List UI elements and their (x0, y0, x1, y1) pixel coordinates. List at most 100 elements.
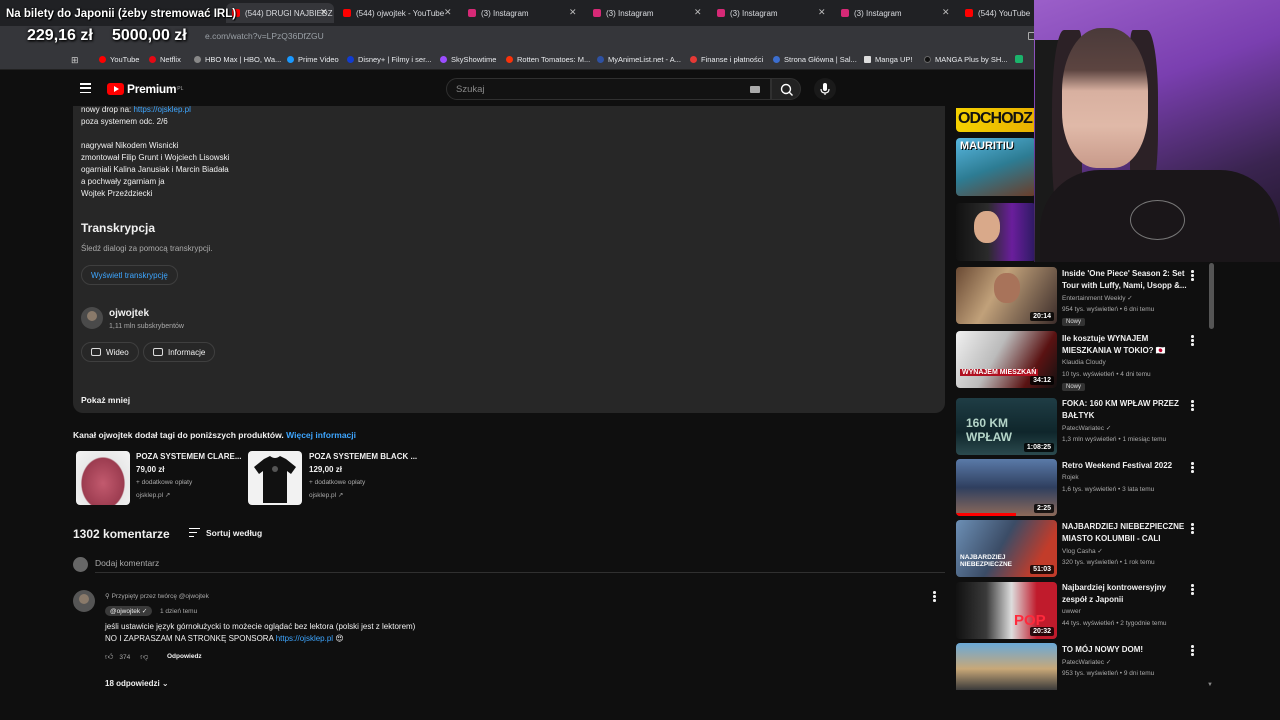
video-meta: 1,6 tys. wyświetleń • 3 lata temu (1062, 486, 1155, 493)
video-more-icon[interactable] (1191, 400, 1194, 411)
show-transcript-button[interactable]: Wyświetl transkrypcję (81, 265, 178, 285)
add-comment-input[interactable]: Dodaj komentarz (95, 558, 159, 568)
video-channel[interactable]: Klaudia Cloudy (1062, 359, 1106, 366)
comment-author[interactable]: @ojwojtek ✓ (105, 606, 153, 616)
video-more-icon[interactable] (1191, 462, 1194, 473)
menu-icon[interactable] (80, 83, 91, 94)
bookmark-youtube[interactable]: YouTube (99, 55, 139, 64)
bookmark-rotten-tomatoes[interactable]: Rotten Tomatoes: M... (506, 55, 590, 64)
credit-line: Wojtek Przeździecki (81, 189, 153, 198)
browser-tab[interactable]: (3) Instagram (711, 3, 821, 23)
video-more-icon[interactable] (1191, 584, 1194, 595)
close-tab-icon[interactable]: ✕ (942, 7, 950, 18)
bookmark-manga-plus[interactable]: MANGA Plus by SH... (924, 55, 1008, 64)
bookmark-hbo[interactable]: HBO Max | HBO, Wa... (194, 55, 281, 64)
bookmark-netflix[interactable]: Netflix (149, 55, 181, 64)
reply-button[interactable]: Odpowiedz (167, 653, 202, 660)
extension-icon[interactable] (1015, 55, 1023, 63)
product-title[interactable]: POZA SYSTEMEM BLACK ... (309, 452, 417, 461)
video-title[interactable]: NAJBARDZIEJ NIEBEZPIECZNE MIASTO KOLUMBI… (1062, 521, 1187, 544)
video-thumbnail[interactable]: 160 KM WPŁAW 1:08:25 (956, 398, 1057, 455)
close-tab-icon[interactable]: ✕ (694, 7, 702, 18)
channel-name[interactable]: ojwojtek (109, 308, 149, 319)
video-channel[interactable]: uwwer (1062, 608, 1081, 615)
close-tab-icon[interactable]: ✕ (320, 7, 328, 18)
browser-tab[interactable]: (3) Instagram (835, 3, 945, 23)
video-more-icon[interactable] (1191, 523, 1194, 534)
video-channel[interactable]: Rojek (1062, 474, 1079, 481)
bookmark-finanse[interactable]: Finanse i płatności (690, 55, 763, 64)
bookmark-skyshowtime[interactable]: SkyShowtime (440, 55, 496, 64)
youtube-premium-logo[interactable]: Premium PL (107, 82, 183, 96)
video-channel[interactable]: PatecWariatec ✓ (1062, 424, 1111, 432)
sort-icon[interactable] (189, 528, 200, 537)
video-title[interactable]: FOKA: 160 KM WPŁAW PRZEZ BAŁTYK (1062, 398, 1187, 421)
instagram-icon (593, 9, 601, 17)
bookmark-prime-video[interactable]: Prime Video (287, 55, 339, 64)
channel-about-button[interactable]: Informacje (143, 342, 216, 362)
comment-author-avatar[interactable] (73, 590, 95, 612)
close-tab-icon[interactable]: ✕ (444, 7, 452, 18)
video-title[interactable]: Retro Weekend Festival 2022 (1062, 460, 1187, 472)
video-thumbnail[interactable]: 20:14 (956, 267, 1057, 324)
video-more-icon[interactable] (1191, 645, 1194, 656)
instagram-icon (468, 9, 476, 17)
browser-tab[interactable]: (544) ojwojtek - YouTube (337, 3, 457, 23)
video-title[interactable]: TO MÓJ NOWY DOM! (1062, 644, 1187, 656)
drop-link[interactable]: https://ojsklep.pl (133, 105, 190, 114)
video-thumbnail[interactable]: WYNAJEM MIESZKAŃ 34:12 (956, 331, 1057, 388)
apps-grid-icon[interactable]: ⊞ (71, 55, 79, 66)
video-title[interactable]: Inside 'One Piece' Season 2: Set Tour wi… (1062, 268, 1187, 291)
bookmark-manga-up[interactable]: Manga UP! (864, 55, 913, 64)
video-more-icon[interactable] (1191, 270, 1194, 281)
youtube-play-icon (107, 83, 124, 95)
video-channel[interactable]: Vlog Casha ✓ (1062, 547, 1103, 555)
browser-tab[interactable]: (3) Instagram (462, 3, 572, 23)
scroll-down-icon[interactable]: ▼ (1207, 682, 1213, 688)
browser-tab[interactable]: (3) Instagram (587, 3, 697, 23)
verified-icon: ✓ (1127, 295, 1133, 302)
sort-button[interactable]: Sortuj według (206, 528, 262, 538)
comment-link[interactable]: https://ojsklep.pl (276, 634, 333, 643)
bookmark-strona-glowna[interactable]: Strona Główna | Sal... (773, 55, 857, 64)
comment-time[interactable]: 1 dzień temu (160, 608, 197, 615)
channel-avatar[interactable] (81, 307, 103, 329)
product-shop[interactable]: ojsklep.pl ↗ (309, 491, 343, 499)
video-thumbnail[interactable]: NAJBARDZIEJ NIEBEZPIECZNE 51:03 (956, 520, 1057, 577)
close-tab-icon[interactable]: ✕ (818, 7, 826, 18)
video-title[interactable]: Najbardziej kontrowersyjny zespół z Japo… (1062, 582, 1187, 605)
video-thumbnail[interactable]: MAURITIU (956, 138, 1036, 196)
bookmark-disney[interactable]: Disney+ | Filmy i ser... (347, 55, 431, 64)
webcam-shirt-logo (1130, 200, 1185, 240)
sidebar-scrollbar[interactable] (1209, 263, 1214, 329)
video-channel[interactable]: PatecWariatec ✓ (1062, 658, 1111, 666)
close-tab-icon[interactable]: ✕ (569, 7, 577, 18)
browser-tab[interactable]: (544) YouTube (959, 3, 1035, 23)
channel-videos-button[interactable]: Wideo (81, 342, 139, 362)
video-thumbnail[interactable] (956, 203, 1036, 261)
product-image-cap[interactable] (76, 451, 130, 505)
video-channel[interactable]: Entertainment Weekly ✓ (1062, 294, 1133, 302)
thumbs-up-icon[interactable]: 👍︎ (105, 652, 113, 662)
bookmark-myanimelist[interactable]: MyAnimeList.net - A... (597, 55, 681, 64)
video-thumbnail[interactable]: POP 20:32 (956, 582, 1057, 639)
product-title[interactable]: POZA SYSTEMEM CLARE... (136, 452, 242, 461)
thumbs-down-icon[interactable]: 👎︎ (140, 652, 148, 662)
video-more-icon[interactable] (1191, 335, 1194, 346)
browser-tab-active[interactable]: (544) DRUGI NAJBIEDZ (226, 3, 334, 23)
comment-more-icon[interactable] (933, 591, 936, 602)
show-less-button[interactable]: Pokaż mniej (81, 395, 130, 405)
voice-search-button[interactable] (814, 78, 836, 100)
video-thumbnail[interactable] (956, 643, 1057, 690)
netflix-icon (149, 56, 156, 63)
show-replies-button[interactable]: 18 odpowiedzi ⌄ (105, 679, 169, 688)
video-thumbnail[interactable]: 2:25 (956, 459, 1057, 516)
keyboard-icon[interactable] (750, 86, 760, 93)
product-image-shirt[interactable] (248, 451, 302, 505)
search-input[interactable]: Szukaj (446, 78, 771, 100)
url-text[interactable]: e.com/watch?v=LPzQ36DfZGU (205, 31, 324, 41)
video-title[interactable]: Ile kosztuje WYNAJEM MIESZKANIA W TOKIO?… (1062, 333, 1187, 356)
product-shop[interactable]: ojsklep.pl ↗ (136, 491, 170, 499)
search-button[interactable] (771, 78, 801, 100)
more-info-link[interactable]: Więcej informacji (286, 430, 356, 440)
